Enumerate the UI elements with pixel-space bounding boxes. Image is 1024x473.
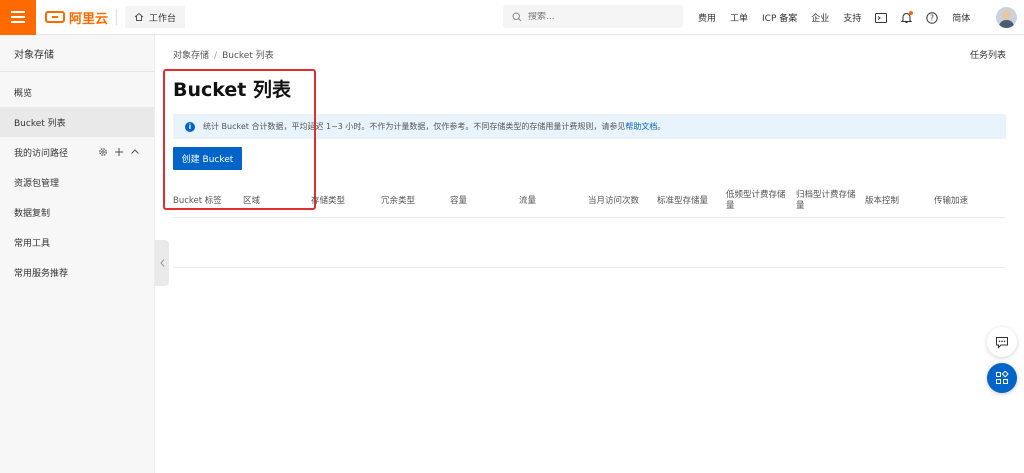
notification-dot: [909, 10, 914, 15]
help-doc-link[interactable]: 帮助文档: [625, 121, 657, 132]
table-body-empty: [173, 218, 1006, 268]
column-header[interactable]: 冗余类型: [381, 185, 450, 217]
top-link-billing[interactable]: 费用: [698, 11, 716, 24]
sidebar-item-resource-package[interactable]: 资源包管理: [0, 167, 154, 197]
column-header[interactable]: 传输加速: [934, 185, 1006, 217]
top-navigation-bar: 阿里云 工作台 费用 工单 ICP 备案 企业 支持 ? 简体: [0, 0, 1024, 35]
sidebar-item-common-tools[interactable]: 常用工具: [0, 227, 154, 257]
column-header[interactable]: 区域: [243, 185, 311, 217]
sidebar-item-label: 资源包管理: [14, 178, 60, 189]
menu-icon[interactable]: [0, 0, 36, 35]
search-box[interactable]: [503, 5, 683, 28]
sidebar-item-bucket-list[interactable]: Bucket 列表: [0, 107, 154, 137]
info-text-end: 。: [657, 122, 666, 131]
bucket-table: Bucket 标签 区域 存储类型 冗余类型 容量 流量 当月访问次数 标准型存…: [173, 185, 1006, 268]
column-header[interactable]: 低频型计费存储量: [726, 185, 796, 217]
column-header[interactable]: 流量: [519, 185, 588, 217]
chat-button[interactable]: [987, 327, 1017, 357]
sidebar-item-label: 常用服务推荐: [14, 268, 69, 279]
breadcrumb-item-bucket-list: Bucket 列表: [222, 51, 274, 61]
column-header[interactable]: 归档型计费存储量: [796, 185, 865, 217]
top-link-ticket[interactable]: 工单: [730, 11, 748, 24]
plus-icon[interactable]: [114, 147, 124, 157]
column-header[interactable]: 容量: [450, 185, 519, 217]
column-header[interactable]: 标准型存储量: [657, 185, 726, 217]
breadcrumb-separator: /: [214, 51, 218, 61]
aliyun-logo[interactable]: 阿里云: [45, 8, 108, 27]
svg-text:?: ?: [930, 13, 934, 22]
sidebar-item-label: 概览: [14, 88, 33, 99]
apps-icon: [996, 371, 1009, 384]
search-input[interactable]: [528, 11, 668, 22]
sidebar-title: 对象存储: [0, 35, 154, 72]
workbench-label: 工作台: [149, 13, 177, 24]
column-header[interactable]: 存储类型: [311, 185, 381, 217]
chevron-up-icon[interactable]: [130, 147, 140, 157]
sidebar-item-label: 常用工具: [14, 238, 51, 249]
task-list-link[interactable]: 任务列表: [970, 48, 1006, 61]
sidebar-item-data-replication[interactable]: 数据复制: [0, 197, 154, 227]
sidebar-item-my-access-path[interactable]: 我的访问路径: [0, 137, 154, 167]
search-icon: [512, 11, 522, 21]
sidebar-item-overview[interactable]: 概览: [0, 77, 154, 107]
top-link-icp[interactable]: ICP 备案: [762, 11, 797, 24]
top-link-enterprise[interactable]: 企业: [811, 11, 829, 24]
bell-icon[interactable]: [901, 10, 914, 24]
sidebar-item-label: 我的访问路径: [14, 148, 69, 159]
main-content: 对象存储 / Bucket 列表 任务列表 Bucket 列表 i 统计 Bucke…: [155, 35, 1024, 473]
language-switch[interactable]: 简体: [952, 11, 970, 24]
sidebar-item-label: 数据复制: [14, 208, 51, 219]
help-icon[interactable]: ?: [926, 11, 938, 24]
column-header[interactable]: 当月访问次数: [588, 185, 657, 217]
gear-icon[interactable]: [98, 147, 108, 157]
sidebar: 对象存储 概览 Bucket 列表 我的访问路径 资源包管理 数据复制 常用工具…: [0, 35, 155, 473]
column-header[interactable]: 版本控制: [865, 185, 934, 217]
logo-text: 阿里云: [69, 11, 109, 27]
sidebar-item-label: Bucket 列表: [14, 118, 66, 129]
top-link-support[interactable]: 支持: [843, 11, 861, 24]
table-header-row: Bucket 标签 区域 存储类型 冗余类型 容量 流量 当月访问次数 标准型存…: [173, 185, 1006, 218]
top-links: 费用 工单 ICP 备案 企业 支持 ? 简体: [698, 0, 984, 35]
aliyun-logo-icon: [45, 11, 65, 23]
avatar[interactable]: [996, 7, 1017, 28]
column-header[interactable]: Bucket 标签: [173, 185, 243, 217]
home-icon: [134, 12, 144, 21]
sidebar-item-recommended-services[interactable]: 常用服务推荐: [0, 257, 154, 287]
apps-button[interactable]: [987, 363, 1017, 393]
breadcrumb-item-oss[interactable]: 对象存储: [173, 51, 209, 61]
workbench-button[interactable]: 工作台: [125, 6, 186, 28]
breadcrumb: 对象存储 / Bucket 列表: [173, 48, 274, 61]
divider: [116, 9, 118, 25]
chat-icon: [996, 336, 1008, 349]
terminal-icon[interactable]: [875, 12, 888, 23]
